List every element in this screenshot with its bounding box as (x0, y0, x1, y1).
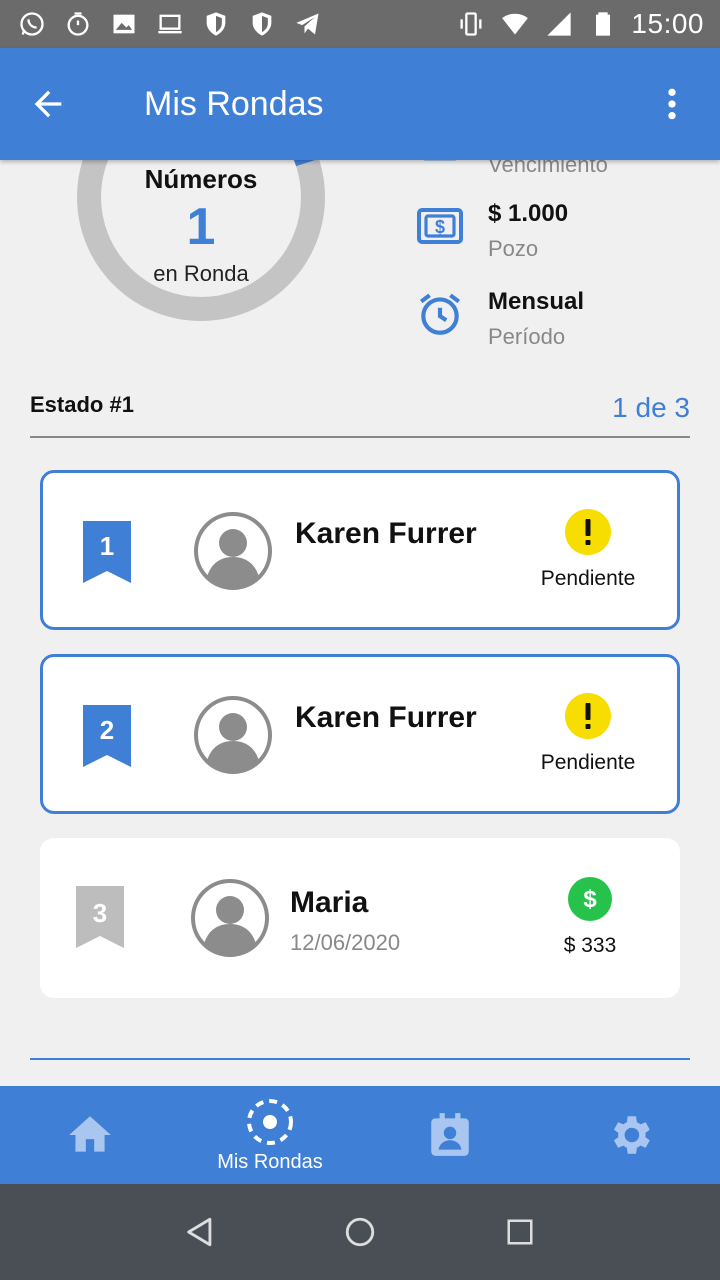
circle-home-icon (345, 1217, 375, 1247)
page-title: Mis Rondas (144, 84, 324, 123)
nav-mis-rondas-label: Mis Rondas (217, 1150, 323, 1173)
donut-title: Números (144, 163, 258, 194)
whatsapp-icon (16, 8, 48, 40)
signal-icon (543, 8, 575, 40)
participant-status: Pendiente (540, 567, 636, 590)
alarm-clock-icon (414, 288, 466, 340)
donut-center: Números 1 en Ronda (76, 160, 326, 322)
participant-number: 1 (99, 531, 115, 561)
participant-card[interactable]: 1 Karen Furrer Pendiente (40, 470, 680, 630)
warning-icon (565, 693, 611, 739)
calendar-icon (414, 160, 466, 168)
avatar-icon (194, 696, 272, 774)
back-button[interactable] (0, 48, 96, 160)
estado-header: Estado #1 1 de 3 (30, 390, 690, 438)
svg-text:$: $ (435, 217, 445, 237)
vencimiento-row: x Vencimiento (414, 160, 608, 178)
participant-date: 12/06/2020 (290, 930, 401, 955)
participant-card[interactable]: 3 Maria 12/06/2020 $ $ 333 (40, 838, 680, 998)
periodo-value: Mensual (488, 288, 585, 315)
battery-icon (587, 8, 619, 40)
participant-name: Karen Furrer (295, 701, 477, 734)
warning-icon (565, 509, 611, 555)
pozo-row: $ $ 1.000 Pozo (414, 200, 568, 262)
triangle-back-icon (187, 1217, 212, 1247)
participant-name: Maria (290, 886, 369, 919)
vencimiento-label: Vencimiento (488, 160, 608, 177)
participant-number: 2 (99, 715, 115, 745)
participant-status: Pendiente (540, 751, 636, 774)
participant-name: Karen Furrer (295, 517, 477, 550)
participant-card[interactable]: 2 Karen Furrer Pendiente (40, 654, 680, 814)
laptop-icon (154, 8, 186, 40)
system-back-button[interactable] (170, 1202, 230, 1262)
more-vert-icon (668, 88, 676, 120)
shield-icon (200, 8, 232, 40)
telegram-icon (292, 8, 324, 40)
app-bar: Mis Rondas (0, 48, 720, 160)
home-icon (69, 1116, 111, 1152)
more-options-button[interactable] (624, 48, 720, 160)
divider (30, 1058, 690, 1060)
donut-subtitle: en Ronda (153, 260, 249, 286)
gallery-icon (108, 8, 140, 40)
pozo-value: $ 1.000 (488, 200, 569, 227)
content: Números 1 en Ronda x Vencimiento $ $ 1.0… (0, 160, 720, 1086)
rondas-icon (247, 1098, 293, 1145)
nav-home[interactable] (0, 1086, 180, 1184)
estado-label: Estado #1 (30, 392, 134, 417)
dollar-icon: $ (568, 877, 612, 921)
svg-text:$: $ (583, 886, 597, 913)
pozo-label: Pozo (488, 236, 539, 261)
shield-icon (246, 8, 278, 40)
avatar-icon (194, 512, 272, 590)
system-navigation (0, 1184, 720, 1280)
participant-amount: $ 333 (563, 934, 617, 957)
gear-icon (613, 1116, 650, 1154)
system-recents-button[interactable] (490, 1202, 550, 1262)
participant-number: 3 (92, 898, 108, 928)
arrow-left-icon (34, 90, 62, 118)
bottom-navigation: Mis Rondas (0, 1086, 720, 1184)
estado-count: 1 de 3 (612, 392, 690, 423)
nav-contacts[interactable] (360, 1086, 540, 1184)
system-home-button[interactable] (330, 1202, 390, 1262)
periodo-label: Período (488, 324, 566, 349)
status-bar: 15:00 (0, 0, 720, 48)
avatar-icon (191, 879, 269, 957)
square-recents-icon (507, 1219, 533, 1245)
wifi-icon (499, 8, 531, 40)
contact-card-icon (431, 1113, 469, 1156)
vibrate-icon (455, 8, 487, 40)
donut-number: 1 (186, 197, 216, 256)
periodo-row: Mensual Período (414, 288, 584, 350)
timer-icon (62, 8, 94, 40)
nav-mis-rondas[interactable]: Mis Rondas (180, 1086, 360, 1184)
clock: 15:00 (631, 8, 704, 39)
nav-settings[interactable] (540, 1086, 720, 1184)
money-icon: $ (414, 200, 466, 252)
